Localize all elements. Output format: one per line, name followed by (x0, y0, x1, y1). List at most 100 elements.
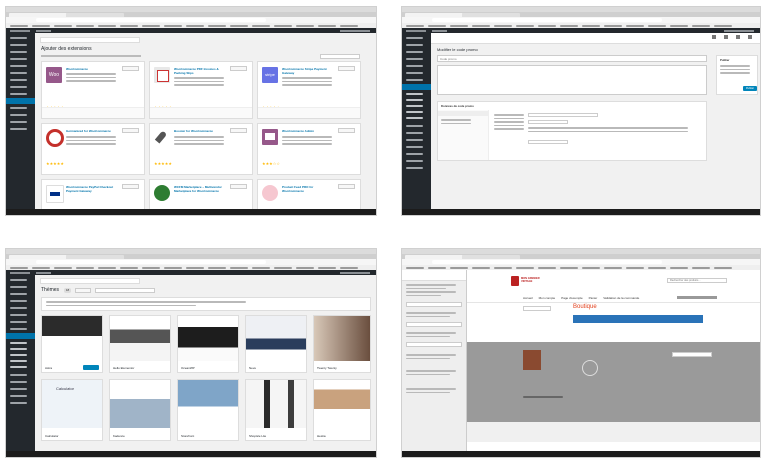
install-button[interactable] (338, 184, 355, 189)
coupon-data-panel: Données du code promo (437, 101, 707, 161)
screenshot-add-plugins: Ajouter des extensions Woo WooCommerce ★… (5, 6, 377, 216)
rating-stars: ★★★☆☆ (262, 161, 280, 166)
page-title: Thèmes (41, 287, 60, 293)
nav-item[interactable]: Accueil (523, 296, 533, 300)
install-button[interactable] (122, 128, 139, 133)
main-content: Modifier le code promo Code promo Donnée… (431, 33, 760, 215)
search-themes-input[interactable] (95, 288, 155, 293)
play-icon[interactable] (582, 360, 598, 376)
site-preview: MON GRENIER VINTAGE Rechercher des produ… (467, 270, 760, 451)
rating-stars: ★★★★★ (46, 161, 64, 166)
plugin-name[interactable]: WooCommerce Admin (282, 129, 334, 133)
theme-card[interactable]: Twenty Twenty (313, 315, 371, 373)
theme-card[interactable]: Kadence (109, 379, 171, 441)
notice (40, 278, 140, 284)
install-button[interactable] (230, 128, 247, 133)
theme-name: OceanWP (181, 366, 195, 370)
plugin-name[interactable]: WooCommerce PDF Invoices & Packing Slips (174, 67, 226, 75)
install-button[interactable] (122, 66, 139, 71)
theme-name: Kadence (113, 434, 125, 438)
customizer-panel (402, 270, 467, 451)
taskbar (402, 451, 760, 457)
activate-button[interactable] (83, 365, 99, 370)
customizer-select[interactable] (406, 302, 462, 307)
publish-button[interactable]: Publier (743, 86, 757, 91)
overlay-search-input[interactable] (672, 352, 712, 357)
taskbar (6, 209, 376, 215)
plugin-name[interactable]: WooCommerce (66, 67, 88, 71)
theme-card[interactable]: Calculator Calculator (41, 379, 103, 441)
theme-card[interactable]: Shopisle Lite (245, 379, 307, 441)
stripe-icon: stripe (262, 67, 278, 83)
search-plugins-input[interactable] (320, 54, 360, 59)
theme-card[interactable]: Storefront (177, 379, 239, 441)
site-logo: MON GRENIER VINTAGE (511, 274, 547, 288)
sidebar-item-appearance[interactable] (6, 333, 35, 339)
theme-card[interactable]: Neve (245, 315, 307, 373)
plugin-card: stripe WooCommerce Stripe Payment Gatewa… (257, 61, 361, 119)
cart-summary[interactable] (677, 296, 717, 299)
sidebar-item-extensions[interactable] (6, 98, 35, 104)
theme-preview-title: Calculator (56, 386, 75, 391)
install-button[interactable] (338, 66, 355, 71)
url-input[interactable] (36, 260, 266, 264)
product-search-input[interactable]: Rechercher des produits… (667, 278, 727, 283)
url-input[interactable] (432, 18, 662, 22)
plugin-card: WooCommerce PDF Invoices & Packing Slips… (149, 61, 253, 119)
install-button[interactable] (338, 128, 355, 133)
search-box[interactable] (523, 306, 551, 311)
theme-card[interactable]: Hello Elementor (109, 315, 171, 373)
product-image[interactable] (523, 350, 541, 370)
install-button[interactable] (122, 184, 139, 189)
install-button[interactable] (230, 184, 247, 189)
plugin-name[interactable]: Booster for WooCommerce (174, 129, 226, 133)
screenshot-shop-customizer: MON GRENIER VINTAGE Rechercher des produ… (401, 248, 761, 458)
wp-sidebar (6, 275, 35, 457)
theme-card[interactable]: Hestia (313, 379, 371, 441)
plugin-card: Woo WooCommerce ★★★★★ (41, 61, 145, 119)
coupon-description-textarea[interactable] (437, 65, 707, 95)
plugin-name[interactable]: Product Feed PRO for WooCommerce (282, 185, 334, 193)
theme-name: Astra (45, 366, 53, 370)
shop-title: Boutique (573, 304, 597, 310)
sidebar-item-woocommerce[interactable] (402, 84, 431, 90)
notice (40, 37, 140, 43)
main-content: Ajouter des extensions Woo WooCommerce ★… (35, 33, 376, 215)
plugin-name[interactable]: WCFM Marketplace – Multivendor Marketpla… (174, 185, 226, 193)
germanized-icon (46, 129, 64, 147)
expiry-date-input[interactable] (528, 140, 568, 144)
filter-tabs[interactable] (41, 55, 141, 57)
theme-card[interactable]: OceanWP (177, 315, 239, 373)
primary-nav: Accueil Mon compte Page d'exemple Panier… (523, 296, 639, 300)
invoice-icon (154, 67, 170, 83)
preview-overlay (467, 342, 760, 422)
wcfm-icon (154, 185, 170, 201)
add-theme-button[interactable] (75, 288, 91, 293)
theme-card[interactable]: Astra (41, 315, 103, 373)
theme-count-badge: 18 (64, 288, 71, 293)
pig-icon (262, 185, 278, 201)
wp-sidebar (6, 33, 35, 215)
woo-icon: Woo (46, 67, 62, 83)
plugin-card: Germanized for WooCommerce ★★★★★ (41, 123, 145, 175)
theme-name: Hestia (317, 434, 326, 438)
nav-item[interactable]: Validation de la commande (603, 296, 639, 300)
nav-item[interactable]: Page d'exemple (561, 296, 582, 300)
url-input[interactable] (432, 260, 662, 264)
coupon-code-input[interactable]: Code promo (437, 55, 707, 62)
plugin-name[interactable]: WooCommerce Stripe Payment Gateway (282, 67, 334, 75)
coupon-amount-input[interactable] (528, 120, 568, 124)
main-content: Thèmes 18 Astra Hello Elementor OceanWP … (35, 275, 376, 457)
nav-item[interactable]: Panier (589, 296, 598, 300)
theme-name: Calculator (45, 434, 59, 438)
info-banner (573, 315, 703, 323)
customizer-select[interactable] (406, 322, 462, 327)
discount-type-select[interactable] (528, 113, 598, 117)
plugin-name[interactable]: Germanized for WooCommerce (66, 129, 118, 133)
customizer-select[interactable] (406, 342, 462, 347)
nav-item[interactable]: Mon compte (539, 296, 556, 300)
plugin-card: WooCommerce Admin ★★★☆☆ (257, 123, 361, 175)
install-button[interactable] (230, 66, 247, 71)
url-input[interactable] (36, 18, 266, 22)
plugin-name[interactable]: WooCommerce PayPal Checkout Payment Gate… (66, 185, 118, 193)
